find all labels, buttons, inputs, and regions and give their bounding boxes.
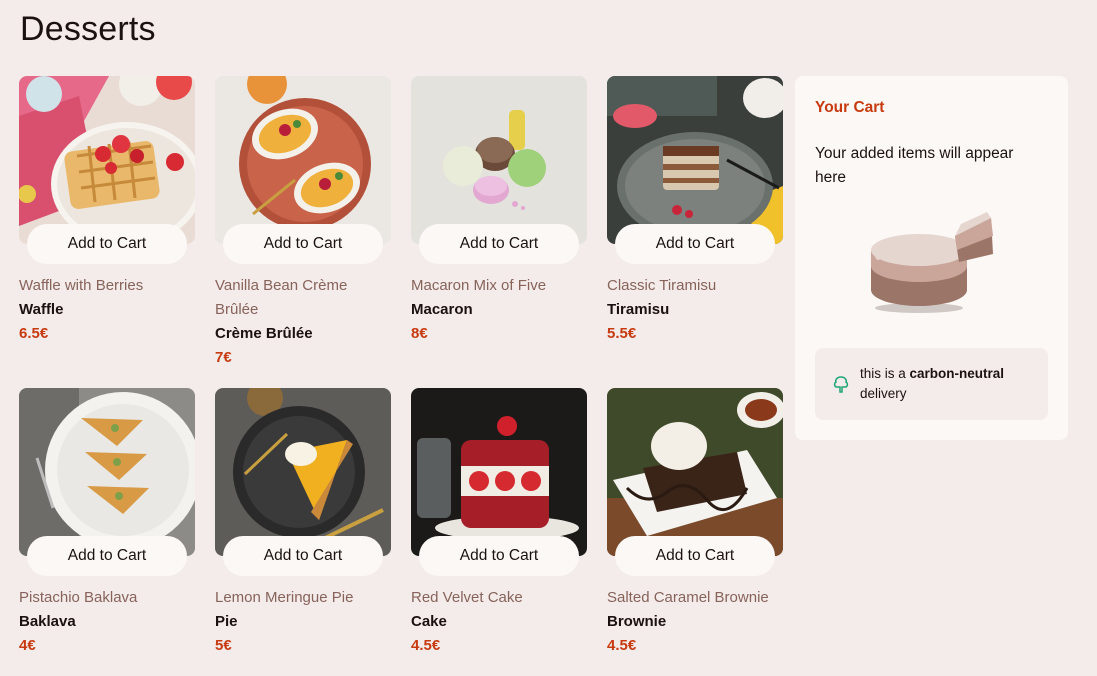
cart-title: Your Cart [815, 99, 885, 116]
product-price: 8€ [411, 325, 428, 342]
product-name: Pie [215, 613, 238, 630]
product-price: 5.5€ [607, 325, 637, 342]
product-subtitle: Pistachio Baklava [19, 589, 138, 606]
product-image-macaron [411, 76, 587, 244]
product-image-brownie [607, 388, 783, 556]
product-name: Brownie [607, 613, 667, 630]
product-price: 5€ [215, 637, 232, 654]
product-name: Waffle [19, 301, 64, 318]
cart-empty-message: Your added items will appear here [815, 145, 1014, 186]
carbon-prefix: this is a [860, 366, 910, 381]
add-to-cart-button[interactable]: Add to Cart [615, 224, 775, 264]
product-image-waffle [19, 76, 195, 244]
product-subtitle: Lemon Meringue Pie [215, 589, 354, 606]
product-name: Baklava [19, 613, 76, 630]
empty-cart-cake-illustration [871, 212, 993, 313]
add-to-cart-button[interactable]: Add to Cart [419, 536, 579, 576]
carbon-bold: carbon-neutral [909, 366, 1005, 381]
product-price: 4.5€ [607, 637, 637, 654]
product-card-pie: Add to Cart Lemon Meringue Pie Pie 5€ [215, 388, 391, 676]
tree-icon [833, 376, 849, 393]
product-image-pie [215, 388, 391, 556]
product-subtitle: Salted Caramel Brownie [607, 589, 769, 606]
product-name: Crème Brûlée [215, 325, 313, 342]
product-price: 4.5€ [411, 637, 441, 654]
add-to-cart-button[interactable]: Add to Cart [223, 224, 383, 264]
product-subtitle: Classic Tiramisu [607, 277, 717, 294]
product-card-cake: Add to Cart Red Velvet Cake Cake 4.5€ [411, 388, 587, 676]
product-name: Tiramisu [607, 301, 670, 318]
product-card-creme-brulee: Add to Cart Vanilla Bean Crème Brûlée Cr… [215, 76, 391, 388]
add-to-cart-button[interactable]: Add to Cart [419, 224, 579, 264]
product-price: 4€ [19, 637, 36, 654]
product-card-macaron: Add to Cart Macaron Mix of Five Macaron … [411, 76, 587, 388]
product-subtitle: Waffle with Berries [19, 277, 144, 294]
add-to-cart-button[interactable]: Add to Cart [27, 224, 187, 264]
product-image-baklava [19, 388, 195, 556]
product-price: 7€ [215, 349, 232, 366]
carbon-neutral-notice: this is a carbon-neutral delivery [815, 348, 1048, 420]
product-image-creme-brulee [215, 76, 391, 244]
product-price: 6.5€ [19, 325, 49, 342]
product-subtitle: Vanilla Bean Crème Brûlée [215, 277, 348, 318]
product-name: Macaron [411, 301, 473, 318]
product-subtitle: Macaron Mix of Five [411, 277, 547, 294]
page-title: Desserts [20, 10, 156, 48]
product-card-waffle: Add to Cart Waffle with Berries Waffle 6… [19, 76, 195, 388]
product-image-cake [411, 388, 587, 556]
product-name: Cake [411, 613, 447, 630]
carbon-neutral-text: this is a carbon-neutral delivery [860, 364, 1040, 404]
product-card-tiramisu: Add to Cart Classic Tiramisu Tiramisu 5.… [607, 76, 783, 388]
add-to-cart-button[interactable]: Add to Cart [223, 536, 383, 576]
product-grid: Add to Cart Waffle with Berries Waffle 6… [19, 76, 783, 676]
product-card-baklava: Add to Cart Pistachio Baklava Baklava 4€ [19, 388, 195, 676]
product-card-brownie: Add to Cart Salted Caramel Brownie Brown… [607, 388, 783, 676]
carbon-suffix: delivery [860, 386, 907, 401]
add-to-cart-button[interactable]: Add to Cart [615, 536, 775, 576]
product-image-tiramisu [607, 76, 783, 244]
product-subtitle: Red Velvet Cake [411, 589, 523, 606]
cart-panel: Your Cart Your added items will appear h… [795, 76, 1068, 440]
add-to-cart-button[interactable]: Add to Cart [27, 536, 187, 576]
